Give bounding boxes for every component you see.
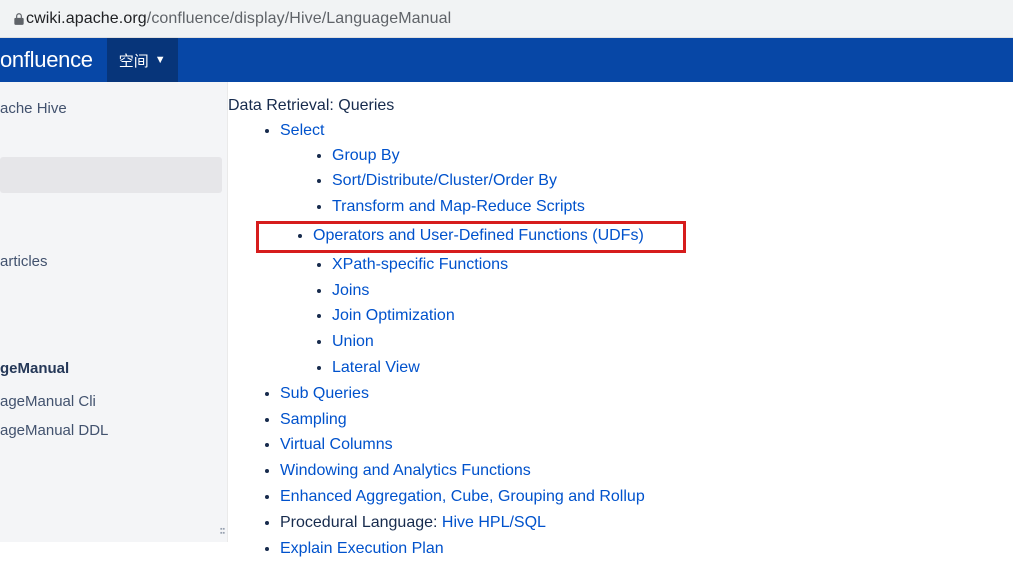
- list-item: Select Group By Sort/Distribute/Cluster/O…: [280, 119, 993, 381]
- list-item: Sort/Distribute/Cluster/Order By: [332, 169, 993, 194]
- link-lateral-view[interactable]: Lateral View: [332, 359, 420, 376]
- link-sort-distribute-cluster-order-by[interactable]: Sort/Distribute/Cluster/Order By: [332, 172, 557, 189]
- sidebar-child-cli[interactable]: ageManual Cli: [0, 387, 227, 416]
- chevron-down-icon: ▼: [155, 54, 166, 66]
- section-heading: Data Retrieval: Queries Select Group ByS…: [228, 94, 993, 561]
- link-explain-execution-plan[interactable]: Explain Execution Plan: [280, 540, 444, 557]
- list-item: Group By: [332, 144, 993, 169]
- link-union[interactable]: Union: [332, 333, 374, 350]
- list-item: Joins: [332, 279, 993, 304]
- list-item: Operators and User-Defined Functions (UD…: [313, 224, 679, 249]
- url-domain: cwiki.apache.org: [26, 10, 147, 27]
- main-content: Data Retrieval: Queries Select Group ByS…: [228, 82, 1013, 542]
- sidebar-child-ddl[interactable]: ageManual DDL: [0, 416, 227, 445]
- procedural-prefix: Procedural Language:: [280, 514, 442, 531]
- link-enhanced-aggregation-cube-grouping-and-rollup[interactable]: Enhanced Aggregation, Cube, Grouping and…: [280, 488, 645, 505]
- space-menu-label: 空间: [119, 50, 149, 71]
- confluence-header: onfluence 空间 ▼: [0, 38, 1013, 82]
- list-item: Sub Queries: [280, 382, 993, 407]
- list-item: Union: [332, 330, 993, 355]
- body-area: ache Hive articles geManual ageManual Cl…: [0, 82, 1013, 542]
- sidebar-selected-item[interactable]: [0, 157, 222, 193]
- link-joins[interactable]: Joins: [332, 282, 369, 299]
- sidebar-articles-label[interactable]: articles: [0, 253, 227, 270]
- list-item: Virtual Columns: [280, 433, 993, 458]
- list-item: Join Optimization: [332, 304, 993, 329]
- link-join-optimization[interactable]: Join Optimization: [332, 307, 455, 324]
- sidebar: ache Hive articles geManual ageManual Cl…: [0, 82, 228, 542]
- list-item: Sampling: [280, 408, 993, 433]
- link-operators-and-user-defined-functions-udfs[interactable]: Operators and User-Defined Functions (UD…: [313, 227, 644, 244]
- link-xpath-specific-functions[interactable]: XPath-specific Functions: [332, 256, 508, 273]
- resize-handle-icon[interactable]: ▪▪▪▪: [220, 528, 225, 536]
- link-hive-hpl-sql[interactable]: Hive HPL/SQL: [442, 514, 546, 531]
- url-path: /confluence/display/Hive/LanguageManual: [147, 10, 452, 27]
- link-select[interactable]: Select: [280, 122, 324, 139]
- browser-url-bar: cwiki.apache.org/confluence/display/Hive…: [0, 0, 1013, 38]
- sidebar-current-page[interactable]: geManual: [0, 360, 227, 377]
- list-item: Windowing and Analytics Functions: [280, 459, 993, 484]
- confluence-logo[interactable]: onfluence: [0, 47, 107, 73]
- link-sub-queries[interactable]: Sub Queries: [280, 385, 369, 402]
- url-text[interactable]: cwiki.apache.org/confluence/display/Hive…: [26, 10, 451, 28]
- list-item: Transform and Map-Reduce Scripts: [332, 195, 993, 220]
- list-item: XPath-specific Functions: [332, 253, 993, 278]
- link-virtual-columns[interactable]: Virtual Columns: [280, 436, 393, 453]
- list-item: Lateral View: [332, 356, 993, 381]
- highlight-box: Operators and User-Defined Functions (UD…: [256, 221, 686, 253]
- list-item-procedural: Procedural Language: Hive HPL/SQL: [280, 511, 993, 536]
- link-transform-and-map-reduce-scripts[interactable]: Transform and Map-Reduce Scripts: [332, 198, 585, 215]
- link-windowing-and-analytics-functions[interactable]: Windowing and Analytics Functions: [280, 462, 531, 479]
- link-group-by[interactable]: Group By: [332, 147, 400, 164]
- lock-icon: [12, 12, 26, 26]
- link-sampling[interactable]: Sampling: [280, 411, 347, 428]
- list-item: Enhanced Aggregation, Cube, Grouping and…: [280, 485, 993, 510]
- sidebar-space-title[interactable]: ache Hive: [0, 100, 227, 117]
- space-menu[interactable]: 空间 ▼: [107, 38, 178, 82]
- list-item: Explain Execution Plan: [280, 537, 993, 561]
